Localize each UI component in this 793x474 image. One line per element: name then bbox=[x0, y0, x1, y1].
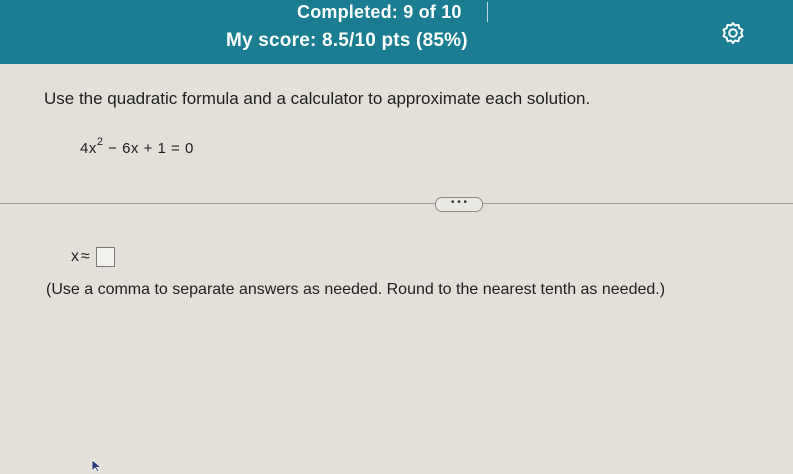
question-instructions: Use the quadratic formula and a calculat… bbox=[44, 89, 591, 108]
header-divider bbox=[487, 2, 488, 22]
expand-button[interactable]: • • • bbox=[435, 197, 483, 212]
approx-symbol: ≈ bbox=[81, 248, 90, 265]
progress-text: Completed: 9 of 10 bbox=[297, 2, 462, 22]
answer-variable: x bbox=[71, 248, 79, 265]
answer-input[interactable] bbox=[95, 247, 115, 267]
score-text: My score: 8.5/10 pts (85%) bbox=[226, 30, 468, 51]
equation-lead-term: 4x bbox=[80, 140, 97, 157]
equation-exponent: 2 bbox=[96, 136, 104, 148]
mouse-cursor-icon bbox=[91, 459, 103, 473]
header-bar: Completed: 9 of 10 My score: 8.5/10 pts … bbox=[0, 0, 793, 64]
answer-hint: (Use a comma to separate answers as need… bbox=[46, 281, 666, 298]
quadratic-equation: 4x2 − 6x + 1 = 0 bbox=[80, 136, 194, 157]
equation-rest: − 6x + 1 = 0 bbox=[108, 140, 194, 157]
gear-icon[interactable] bbox=[720, 20, 746, 46]
section-divider bbox=[0, 203, 793, 204]
answer-row: x ≈ bbox=[71, 247, 115, 267]
